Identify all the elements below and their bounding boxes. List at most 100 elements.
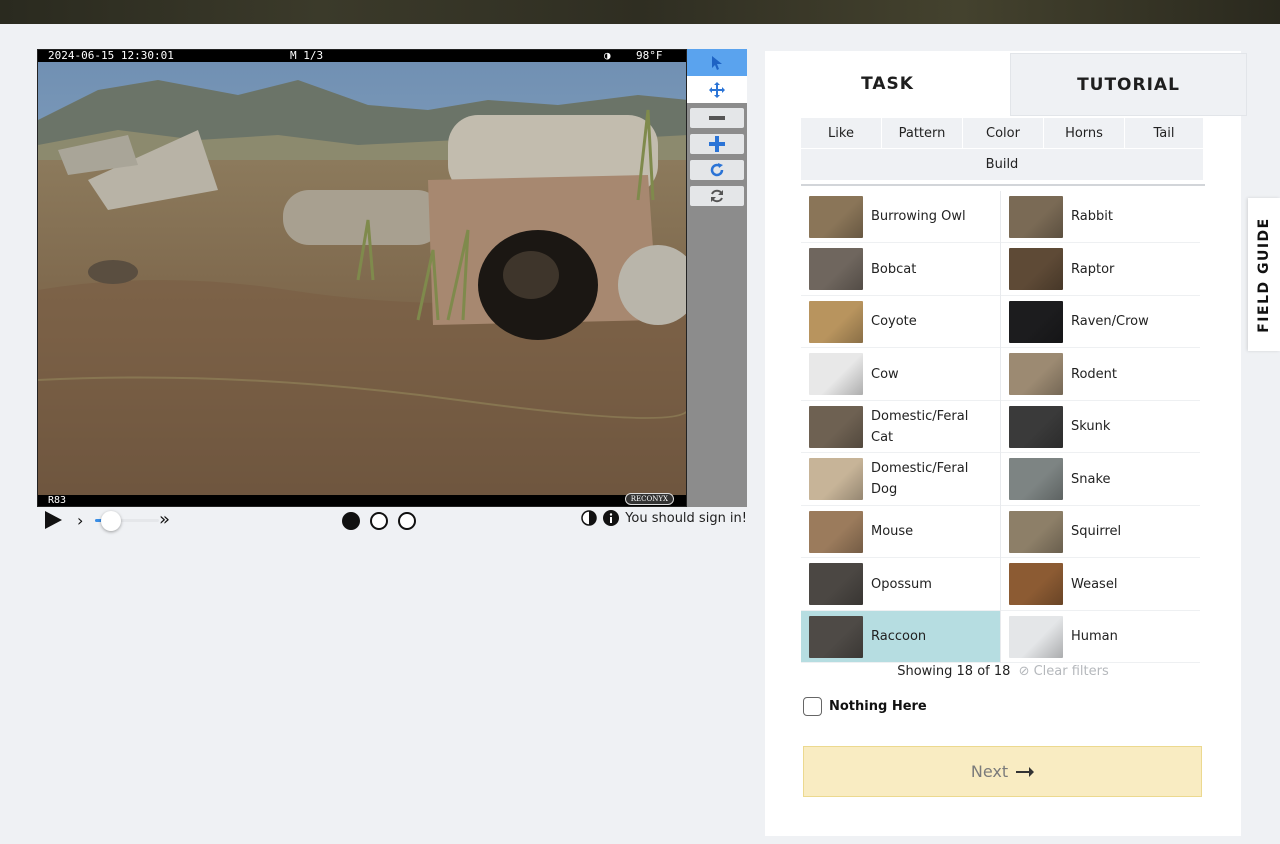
choice-raccoon[interactable]: Raccoon — [801, 611, 1000, 663]
choice-bobcat[interactable]: Bobcat — [801, 244, 1000, 296]
species-thumbnail — [809, 300, 863, 343]
species-thumbnail — [809, 353, 863, 395]
subject-image[interactable]: 2024-06-15 12:30:01 M 1/3 ◑ 98°F R83 REC… — [37, 49, 687, 507]
filter-horns[interactable]: Horns — [1044, 118, 1124, 148]
zoom-out-icon — [709, 116, 725, 120]
nothing-here-checkbox[interactable] — [803, 697, 822, 716]
pointer-icon — [712, 55, 722, 70]
choice-label: Bobcat — [871, 261, 917, 277]
species-thumbnail — [809, 563, 863, 605]
species-thumbnail — [809, 615, 863, 658]
moon-phase-icon: ◑ — [604, 49, 611, 62]
clear-filters-label: Clear filters — [1033, 664, 1109, 679]
clear-filters-link[interactable]: ⊘ Clear filters — [1019, 664, 1109, 679]
choice-domestic-feral-dog[interactable]: Domestic/Feral Dog — [801, 454, 1000, 506]
pointer-tool-button[interactable] — [687, 49, 747, 76]
filter-divider — [801, 184, 1205, 186]
choice-weasel[interactable]: Weasel — [1001, 559, 1200, 611]
playback-controls: › » You should sign in! — [37, 507, 747, 533]
top-banner — [0, 0, 1280, 24]
species-thumbnail — [809, 405, 863, 448]
choice-opossum[interactable]: Opossum — [801, 559, 1000, 611]
species-thumbnail — [1009, 563, 1063, 605]
choice-raven-crow[interactable]: Raven/Crow — [1001, 296, 1200, 348]
choice-coyote[interactable]: Coyote — [801, 296, 1000, 348]
task-panel: TASK TUTORIAL Like Pattern Color Horns Tail B… — [765, 51, 1247, 836]
choice-burrowing-owl[interactable]: Burrowing Owl — [801, 191, 1000, 243]
filter-bar: Like Pattern Color Horns Tail Build — [801, 118, 1203, 180]
camera-id: R83 — [48, 495, 67, 506]
metadata-group: You should sign in! — [581, 510, 747, 526]
species-thumbnail — [1009, 248, 1063, 290]
showing-count: Showing 18 of 18 — [897, 664, 1011, 679]
clear-icon: ⊘ — [1018, 664, 1030, 679]
choice-label: Raptor — [1071, 261, 1115, 277]
step-forward-icon[interactable]: › — [77, 511, 83, 530]
rotate-button[interactable] — [690, 160, 744, 180]
choice-label: Squirrel — [1071, 524, 1122, 539]
tab-task[interactable]: TASK — [765, 51, 1010, 117]
camera-frame-marker: M 1/3 — [290, 49, 324, 62]
move-tool-button[interactable] — [687, 76, 747, 103]
frame-dot-3[interactable] — [398, 512, 416, 530]
reset-button[interactable] — [690, 186, 744, 206]
nothing-here-option[interactable]: Nothing Here — [803, 697, 927, 716]
choice-rabbit[interactable]: Rabbit — [1001, 191, 1200, 243]
image-toolbar — [687, 49, 747, 507]
choice-skunk[interactable]: Skunk — [1001, 401, 1200, 453]
choice-label: Raven/Crow — [1071, 314, 1149, 329]
tab-tutorial[interactable]: TUTORIAL — [1010, 53, 1247, 116]
species-thumbnail — [809, 195, 863, 238]
panel-tabs: TASK TUTORIAL — [765, 51, 1247, 117]
info-icon[interactable] — [603, 510, 620, 526]
choice-label: Weasel — [1071, 576, 1118, 592]
species-thumbnail — [1009, 300, 1063, 343]
choice-label: Mouse — [871, 524, 914, 539]
filter-tail[interactable]: Tail — [1125, 118, 1203, 148]
choice-domestic-feral-cat[interactable]: Domestic/Feral Cat — [801, 401, 1000, 453]
choice-mouse[interactable]: Mouse — [801, 506, 1000, 558]
choice-squirrel[interactable]: Squirrel — [1001, 506, 1200, 558]
nothing-here-label: Nothing Here — [829, 699, 927, 714]
choice-label: Opossum — [871, 576, 932, 592]
contrast-icon[interactable] — [581, 510, 597, 526]
choice-label: Coyote — [871, 314, 917, 329]
filter-color[interactable]: Color — [963, 118, 1043, 148]
filter-status: Showing 18 of 18 ⊘ Clear filters — [765, 664, 1241, 679]
species-thumbnail — [1009, 458, 1063, 500]
choice-raptor[interactable]: Raptor — [1001, 244, 1200, 296]
choice-snake[interactable]: Snake — [1001, 454, 1200, 506]
species-thumbnail — [809, 510, 863, 553]
frame-slider[interactable] — [95, 511, 159, 531]
choice-label: Burrowing Owl — [871, 209, 966, 224]
filter-like[interactable]: Like — [801, 118, 881, 148]
choice-cow[interactable]: Cow — [801, 349, 1000, 401]
filter-pattern[interactable]: Pattern — [882, 118, 962, 148]
play-icon[interactable] — [43, 510, 63, 530]
field-guide-tab[interactable]: FIELD GUIDE — [1248, 198, 1280, 351]
species-thumbnail — [809, 458, 863, 500]
field-guide-label: FIELD GUIDE — [1256, 216, 1273, 333]
zoom-out-button[interactable] — [690, 108, 744, 128]
frame-dot-2[interactable] — [370, 512, 388, 530]
camera-info-bar: 2024-06-15 12:30:01 M 1/3 ◑ 98°F — [38, 50, 686, 62]
fast-forward-icon[interactable]: » — [159, 509, 170, 530]
next-button[interactable]: Next — [803, 746, 1202, 797]
choice-label: Snake — [1071, 471, 1111, 487]
frame-dot-1[interactable] — [342, 512, 360, 530]
camera-timestamp: 2024-06-15 12:30:01 — [48, 49, 174, 62]
filter-build[interactable]: Build — [801, 149, 1203, 179]
reset-icon — [711, 189, 723, 203]
species-thumbnail — [1009, 510, 1063, 553]
zoom-in-icon — [709, 136, 725, 152]
choice-rodent[interactable]: Rodent — [1001, 349, 1200, 401]
rotate-icon — [710, 163, 724, 177]
frame-slider-knob[interactable] — [101, 511, 121, 531]
camera-temperature: 98°F — [636, 49, 663, 62]
species-thumbnail — [809, 248, 863, 290]
choice-label: Domestic/Feral Dog — [871, 461, 969, 497]
camera-footer-bar: R83 RECONYX — [38, 493, 686, 506]
zoom-in-button[interactable] — [690, 134, 744, 154]
sign-in-prompt[interactable]: You should sign in! — [625, 511, 747, 526]
choice-human[interactable]: Human — [1001, 611, 1200, 663]
